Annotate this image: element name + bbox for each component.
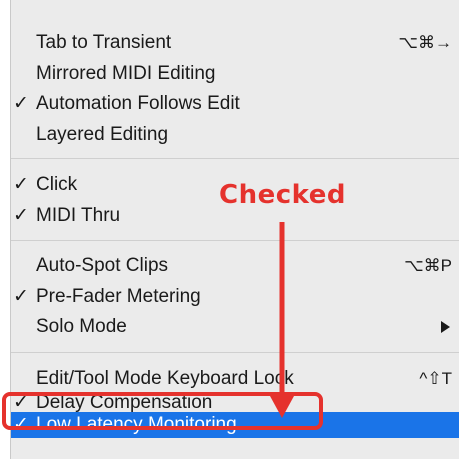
menu-item-label: Automation Follows Edit (36, 93, 240, 114)
checkmark-icon: ✓ (13, 205, 29, 226)
menu-item-auto-spot-clips[interactable]: Auto-Spot Clips ⌥⌘P (11, 251, 459, 281)
menu-item-label: MIDI Thru (36, 205, 121, 226)
menu-item-shortcut: ⌥⌘P (404, 256, 452, 275)
menu-item-pre-fader-metering[interactable]: ✓ Pre-Fader Metering (11, 282, 459, 312)
menu-separator (11, 158, 459, 159)
menu-item-mirrored-midi-editing[interactable]: Mirrored MIDI Editing (11, 59, 459, 89)
submenu-arrow-icon (441, 321, 450, 333)
annotation-label: Checked (215, 180, 350, 210)
checkmark-icon: ✓ (13, 286, 29, 307)
menu-item-label: Solo Mode (36, 316, 127, 337)
menu-item-automation-follows-edit[interactable]: ✓ Automation Follows Edit (11, 89, 459, 119)
menu-item-label: Layered Editing (36, 124, 169, 145)
menu-item-shortcut: ⌥⌘→ (398, 33, 452, 52)
menu-item-label: Tab to Transient (36, 32, 172, 53)
menu-item-label: Auto-Spot Clips (36, 255, 169, 276)
menu-item-solo-mode[interactable]: Solo Mode (11, 312, 459, 342)
checkmark-icon: ✓ (13, 174, 29, 195)
menu-item-label: Pre-Fader Metering (36, 286, 201, 307)
menu-separator (11, 352, 459, 353)
menu-item-tab-to-transient[interactable]: Tab to Transient ⌥⌘→ (11, 28, 459, 58)
checkmark-icon: ✓ (13, 93, 29, 114)
menu-panel: Tab to Transient ⌥⌘→ Mirrored MIDI Editi… (10, 0, 459, 459)
menu-item-shortcut: ^⇧T (419, 369, 452, 388)
menu-item-edit-tool-mode-keyboard-lock[interactable]: Edit/Tool Mode Keyboard Lock ^⇧T (11, 364, 459, 394)
menu-separator (11, 240, 459, 241)
annotation-highlight-box (2, 392, 323, 430)
menu-item-label: Edit/Tool Mode Keyboard Lock (36, 368, 294, 389)
menu-item-label: Mirrored MIDI Editing (36, 63, 216, 84)
menu-item-label: Click (36, 174, 78, 195)
menu-item-layered-editing[interactable]: Layered Editing (11, 120, 459, 150)
